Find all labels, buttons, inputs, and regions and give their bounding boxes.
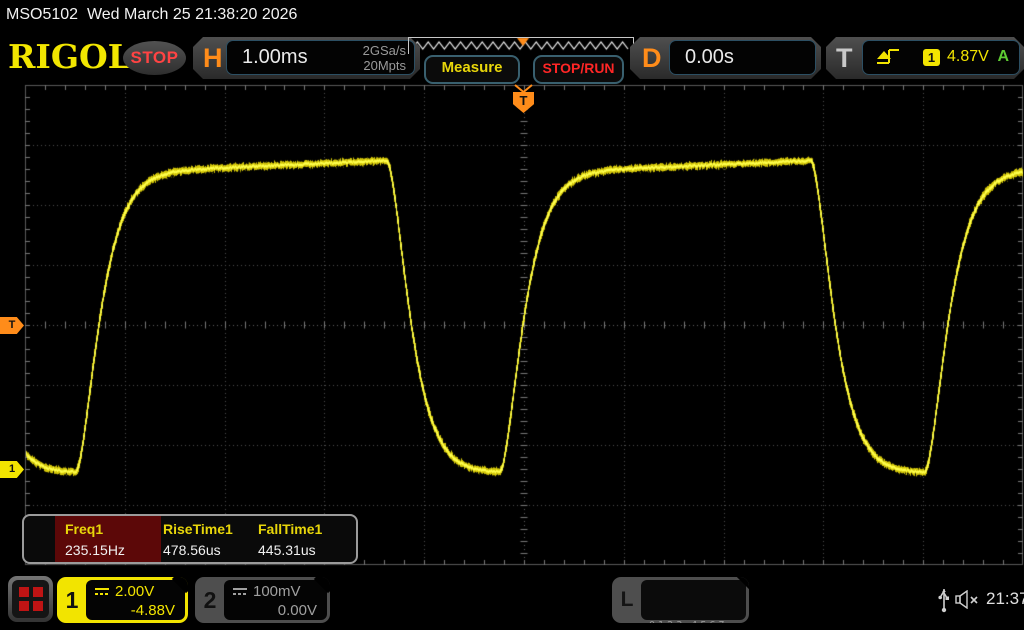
logic-inner: 0 1 2 3 4 5 6 7 8 9 10 11 12 13 14 15 — [641, 580, 746, 620]
trigger-inset: 1 4.87V A — [862, 40, 1020, 75]
meas2-label: RiseTime1 — [163, 521, 233, 537]
channel1-number: 1 — [57, 577, 87, 623]
trigger-level-value: 4.87V — [947, 48, 989, 66]
rigol-logo: RIGOL — [8, 40, 131, 74]
meas3-value: 445.31us — [258, 542, 316, 558]
meas1-value: 235.15Hz — [65, 542, 125, 558]
waveform-preview-strip[interactable] — [408, 37, 634, 54]
horizontal-inset: 1.00ms 2GSa/s 20Mpts — [226, 40, 415, 75]
channel2-scale: 100mV — [253, 583, 301, 600]
delay-value: 0.00s — [685, 46, 734, 69]
channel2-widget[interactable]: 2 100mV 0.00V — [195, 577, 330, 623]
acquisition-rates: 2GSa/s 20Mpts — [363, 43, 406, 73]
delay-widget[interactable]: D 0.00s — [630, 37, 821, 79]
channel1-offset: -4.88V — [131, 602, 175, 619]
trigger-label: T — [836, 37, 853, 79]
meas2-value: 478.56us — [163, 542, 221, 558]
top-info-bar: MSO5102 Wed March 25 21:38:20 2026 — [6, 6, 297, 24]
system-clock: 21:37 — [986, 589, 1024, 609]
trigger-widget[interactable]: T 1 4.87V A — [826, 37, 1024, 79]
dc-coupling-icon — [94, 587, 110, 597]
channel1-widget[interactable]: 1 2.00V -4.88V — [57, 577, 188, 623]
run-state-badge[interactable]: STOP — [123, 41, 186, 75]
meas3-label: FallTime1 — [258, 521, 322, 537]
quick-access-button[interactable] — [8, 576, 53, 622]
quick-access-inner — [12, 580, 49, 618]
speaker-muted-icon — [955, 590, 983, 609]
channel1-scale: 2.00V — [115, 583, 154, 600]
channel2-number: 2 — [195, 577, 225, 623]
logic-label: L — [612, 577, 642, 623]
datetime: Wed March 25 21:38:20 2026 — [87, 6, 298, 23]
grid-menu-icon — [19, 587, 43, 611]
horizontal-widget[interactable]: H 1.00ms 2GSa/s 20Mpts — [193, 37, 420, 79]
stop-run-button[interactable]: STOP/RUN — [533, 55, 624, 84]
channel2-offset: 0.00V — [278, 602, 317, 619]
memory-depth: 20Mpts — [363, 58, 406, 73]
trigger-sweep-mode: A — [997, 48, 1009, 66]
delay-inset: 0.00s — [669, 40, 816, 75]
oscilloscope-screen: MSO5102 Wed March 25 21:38:20 2026 RIGOL… — [0, 0, 1024, 630]
measure-button[interactable]: Measure — [424, 55, 520, 84]
horizontal-label: H — [203, 37, 223, 79]
timebase-value: 1.00ms — [242, 46, 308, 69]
logic-channels-widget[interactable]: L 0 1 2 3 4 5 6 7 8 9 10 11 12 13 14 15 — [612, 577, 749, 623]
channel2-inner: 100mV 0.00V — [224, 580, 327, 620]
rising-edge-icon — [875, 46, 901, 68]
logic-channel-numbers: 0 1 2 3 4 5 6 7 8 9 10 11 12 13 14 15 — [649, 586, 749, 623]
dc-coupling-icon — [232, 587, 248, 597]
meas1-label: Freq1 — [65, 521, 103, 537]
trigger-pos-outline-icon — [513, 84, 534, 93]
channel1-inner: 2.00V -4.88V — [86, 580, 185, 620]
model-name: MSO5102 — [6, 6, 78, 23]
sample-rate: 2GSa/s — [363, 43, 406, 58]
measurement-panel[interactable]: Freq1 235.15Hz RiseTime1 478.56us FallTi… — [22, 514, 358, 564]
trigger-source-badge: 1 — [923, 49, 940, 66]
delay-label: D — [642, 37, 662, 79]
usb-icon — [936, 585, 952, 613]
